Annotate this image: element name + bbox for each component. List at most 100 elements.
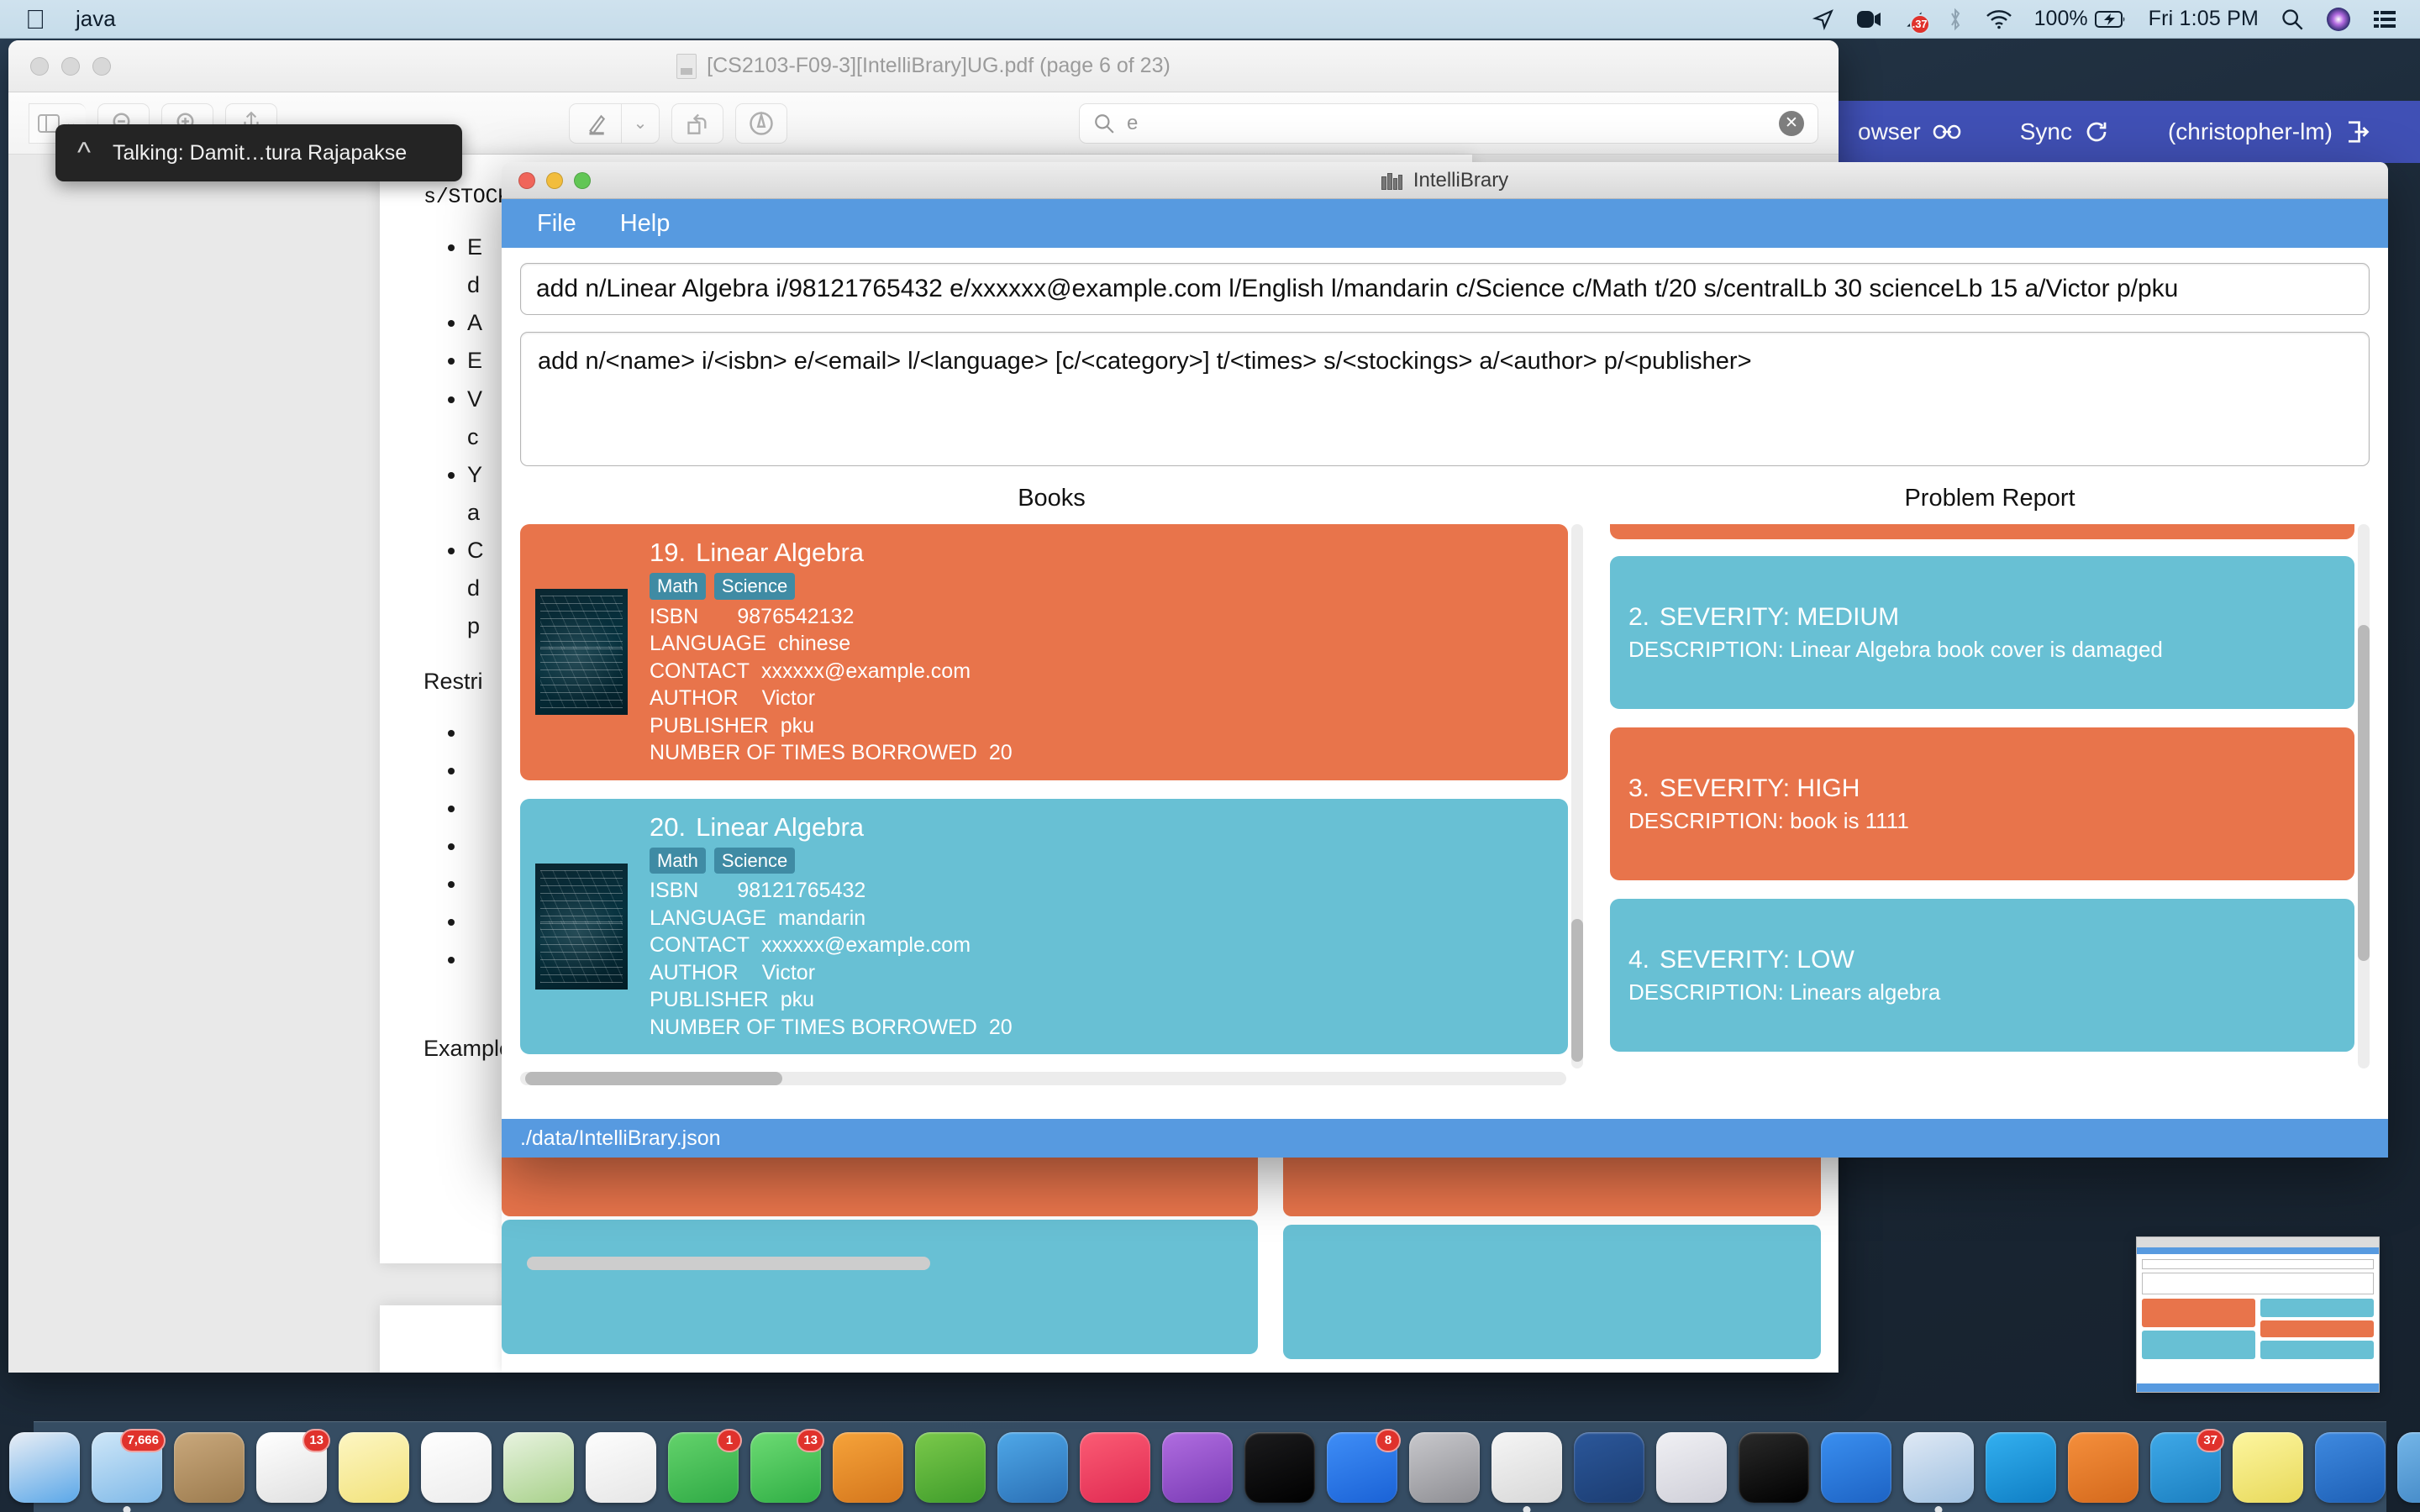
- problem-card[interactable]: 2.SEVERITY: MEDIUM DESCRIPTION: Linear A…: [1610, 556, 2354, 709]
- field-value: xxxxxx@example.com: [761, 933, 971, 957]
- spotlight-search-icon[interactable]: [2281, 8, 2304, 31]
- dock-item-skype[interactable]: [1986, 1432, 2056, 1503]
- dock-item-messages[interactable]: 1: [668, 1432, 739, 1503]
- scrollbar-thumb[interactable]: [525, 1072, 782, 1085]
- problem-severity-text: SEVERITY: HIGH: [1660, 774, 1860, 802]
- browser-button[interactable]: owser: [1858, 118, 1961, 145]
- pdf-search-field[interactable]: e ✕: [1079, 103, 1818, 144]
- minimap-preview[interactable]: [2136, 1236, 2380, 1393]
- rotate-button[interactable]: [671, 103, 723, 144]
- bg-book-card: [502, 1220, 1258, 1354]
- field-key: NUMBER OF TIMES BORROWED: [650, 739, 977, 767]
- dock-item-pages[interactable]: [833, 1432, 903, 1503]
- wifi-icon[interactable]: [1986, 9, 2012, 29]
- close-button[interactable]: [30, 57, 49, 76]
- dock-item-notes[interactable]: [339, 1432, 409, 1503]
- dock-item-preview[interactable]: [1903, 1432, 1974, 1503]
- apple-logo-icon[interactable]: : [25, 6, 45, 33]
- siri-icon[interactable]: [2326, 7, 2351, 32]
- talking-overlay[interactable]: ^ Talking: Damit…tura Rajapakse: [55, 124, 462, 181]
- command-help-box[interactable]: add n/<name> i/<isbn> e/<email> l/<langu…: [520, 332, 2370, 466]
- book-name: Linear Algebra: [696, 538, 864, 567]
- zoom-video-icon[interactable]: [1856, 8, 1881, 30]
- dock-item-photos[interactable]: [586, 1432, 656, 1503]
- menubar-clock[interactable]: Fri 1:05 PM: [2149, 7, 2259, 31]
- problem-vertical-scrollbar[interactable]: [2358, 524, 2370, 1068]
- dock-item-terminal[interactable]: [1739, 1432, 1809, 1503]
- markup-button[interactable]: [569, 103, 621, 144]
- active-app-name[interactable]: java: [76, 6, 116, 32]
- dock[interactable]: 7,66613113837: [34, 1421, 2386, 1512]
- location-arrow-icon[interactable]: [1812, 8, 1834, 30]
- dock-item-stickies[interactable]: [2233, 1432, 2303, 1503]
- markup-group[interactable]: ⌄: [569, 103, 660, 144]
- books-list[interactable]: 19.Linear Algebra Math Science ISBN98765…: [520, 524, 1583, 1068]
- book-cover-image: [535, 864, 628, 990]
- dock-item-appletv[interactable]: [1244, 1432, 1315, 1503]
- books-horizontal-scrollbar[interactable]: [520, 1072, 1566, 1085]
- sync-button[interactable]: Sync: [2020, 118, 2109, 145]
- dock-item-numbers[interactable]: [915, 1432, 986, 1503]
- dock-item-mail[interactable]: 7,666: [92, 1432, 162, 1503]
- problem-list[interactable]: 2.SEVERITY: MEDIUM DESCRIPTION: Linear A…: [1610, 524, 2370, 1068]
- dock-item-calendar[interactable]: 13: [256, 1432, 327, 1503]
- dock-badge: 13: [302, 1429, 330, 1452]
- dock-item-folder[interactable]: [2397, 1432, 2420, 1503]
- menu-item-file[interactable]: File: [532, 208, 581, 239]
- problem-card[interactable]: 3.SEVERITY: HIGH DESCRIPTION: book is 11…: [1610, 727, 2354, 880]
- intellibrary-titlebar[interactable]: IntelliBrary: [502, 162, 2388, 199]
- command-input[interactable]: add n/Linear Algebra i/98121765432 e/xxx…: [520, 263, 2370, 315]
- account-logout-button[interactable]: (christopher-lm): [2168, 118, 2370, 145]
- dock-item-maps[interactable]: [503, 1432, 574, 1503]
- markup-dropdown-button[interactable]: ⌄: [621, 103, 660, 144]
- dock-item-zoom[interactable]: [1821, 1432, 1891, 1503]
- pdf-window-controls[interactable]: [8, 57, 111, 76]
- menu-item-help[interactable]: Help: [615, 208, 676, 239]
- minimap-titlebar: [2137, 1237, 2379, 1247]
- intellibrary-menubar[interactable]: File Help: [502, 199, 2388, 248]
- field-key: PUBLISHER: [650, 712, 769, 740]
- dock-item-keynote[interactable]: [997, 1432, 1068, 1503]
- book-field-publisher: PUBLISHERpku: [650, 712, 1553, 740]
- problem-index: 4.: [1628, 946, 1649, 974]
- dock-item-sourcetree[interactable]: [2315, 1432, 2386, 1503]
- field-key: NUMBER OF TIMES BORROWED: [650, 1014, 977, 1042]
- pdf-titlebar[interactable]: [CS2103-F09-3][IntelliBrary]UG.pdf (page…: [8, 40, 1839, 92]
- control-center-icon[interactable]: [2373, 9, 2396, 29]
- chevron-up-icon[interactable]: ^: [77, 139, 91, 167]
- books-vertical-scrollbar[interactable]: [1571, 524, 1583, 1068]
- dock-item-podcasts[interactable]: [1162, 1432, 1233, 1503]
- book-card[interactable]: 19.Linear Algebra Math Science ISBN98765…: [520, 524, 1568, 780]
- background-window-peek[interactable]: NUMBER OF TIMES BORROWED 20 DESCRIPTION:…: [502, 1158, 1838, 1373]
- scrollbar-thumb[interactable]: [2358, 625, 2370, 961]
- battery-indicator[interactable]: 100%: [2034, 7, 2127, 31]
- dock-item-contacts[interactable]: [174, 1432, 245, 1503]
- minimize-button[interactable]: [61, 57, 80, 76]
- dock-item-facetime[interactable]: 13: [750, 1432, 821, 1503]
- browser-label: owser: [1858, 118, 1921, 145]
- dock-item-chrome[interactable]: [1491, 1432, 1562, 1503]
- dock-item-intellij[interactable]: [1656, 1432, 1727, 1503]
- mac-menu-bar[interactable]:  java .37: [0, 0, 2420, 39]
- dock-item-word[interactable]: [1574, 1432, 1644, 1503]
- book-card[interactable]: 20.Linear Algebra Math Science ISBN98121…: [520, 799, 1568, 1055]
- dock-item-app-store[interactable]: 8: [1327, 1432, 1397, 1503]
- problem-report-panel: Problem Report 2.SEVERITY: MEDIUM DESCRI…: [1610, 485, 2370, 1085]
- dock-item-system-preferences[interactable]: [1409, 1432, 1480, 1503]
- maximize-button[interactable]: [92, 57, 111, 76]
- problem-card-partial[interactable]: [1610, 524, 2354, 539]
- dock-item-safari[interactable]: [9, 1432, 80, 1503]
- problem-description: DESCRIPTION: Linears algebra: [1628, 979, 2336, 1005]
- dock-item-reminders[interactable]: [421, 1432, 492, 1503]
- bluetooth-icon[interactable]: [1947, 8, 1964, 31]
- notification-icon[interactable]: .37: [1903, 8, 1925, 30]
- dock-item-books[interactable]: [2068, 1432, 2139, 1503]
- bg-hscrollbar[interactable]: [527, 1257, 930, 1270]
- intellibrary-window[interactable]: IntelliBrary File Help add n/Linear Alge…: [502, 162, 2388, 1158]
- dock-item-music[interactable]: [1080, 1432, 1150, 1503]
- clear-search-icon[interactable]: ✕: [1779, 111, 1804, 136]
- problem-card[interactable]: 4.SEVERITY: LOW DESCRIPTION: Linears alg…: [1610, 899, 2354, 1052]
- dock-item-telegram[interactable]: 37: [2150, 1432, 2221, 1503]
- scrollbar-thumb[interactable]: [1571, 919, 1583, 1062]
- annotate-button[interactable]: [735, 103, 787, 144]
